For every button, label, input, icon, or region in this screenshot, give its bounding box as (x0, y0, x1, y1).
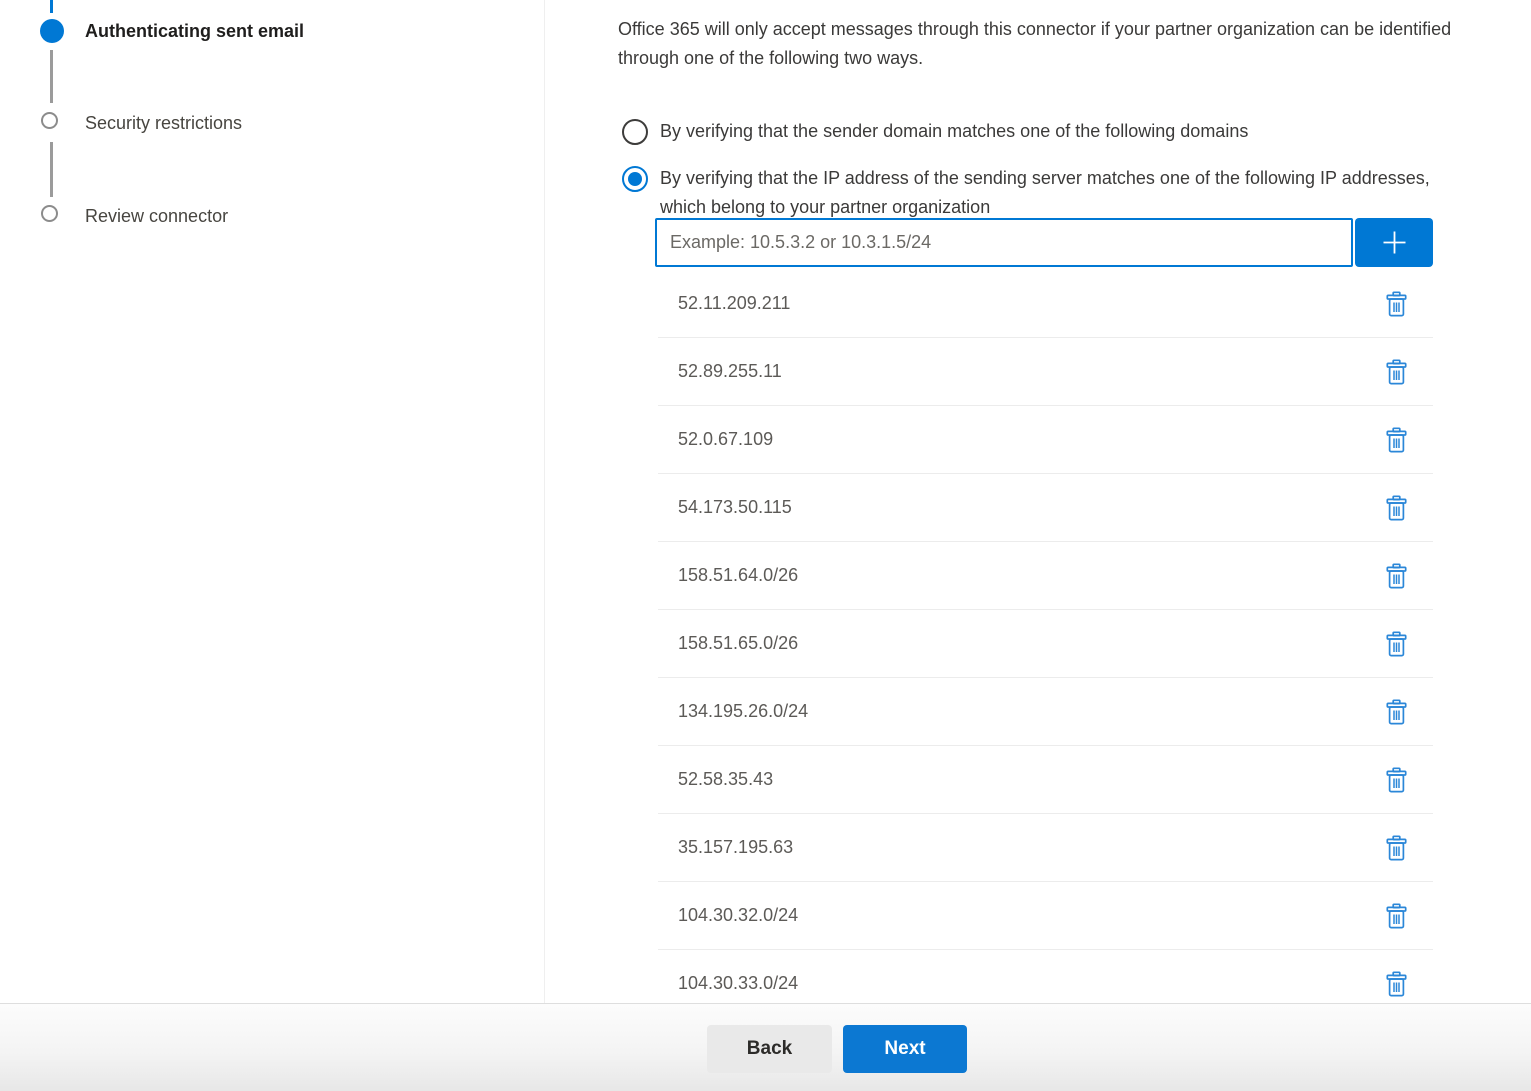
delete-ip-button[interactable] (1384, 969, 1409, 999)
trash-icon (1386, 563, 1407, 589)
delete-ip-button[interactable] (1384, 289, 1409, 319)
delete-ip-button[interactable] (1384, 697, 1409, 727)
delete-ip-button[interactable] (1384, 493, 1409, 523)
ip-list-row: 52.0.67.109 (658, 406, 1433, 474)
trash-icon (1386, 699, 1407, 725)
option-sender-domain[interactable]: By verifying that the sender domain matc… (622, 117, 1248, 146)
next-button[interactable]: Next (843, 1025, 967, 1073)
trash-icon (1386, 971, 1407, 997)
ip-address-value: 52.11.209.211 (678, 293, 790, 314)
option-ip-address-label: By verifying that the IP address of the … (660, 164, 1460, 221)
delete-ip-button[interactable] (1384, 629, 1409, 659)
footer-buttons: Back Next (707, 1025, 967, 1073)
ip-address-value: 134.195.26.0/24 (678, 701, 808, 722)
radio-unselected-icon[interactable] (622, 119, 648, 145)
ip-list-row: 54.173.50.115 (658, 474, 1433, 542)
step-review-connector: Review connector (85, 203, 228, 229)
ip-address-value: 158.51.64.0/26 (678, 565, 798, 586)
wizard-steps-sidebar: Authenticating sent email Security restr… (0, 0, 545, 1003)
step-connector-line (50, 50, 53, 103)
ip-address-value: 52.0.67.109 (678, 429, 773, 450)
radio-selected-icon[interactable] (622, 166, 648, 192)
trash-icon (1386, 903, 1407, 929)
trash-icon (1386, 631, 1407, 657)
intro-text: Office 365 will only accept messages thr… (618, 15, 1513, 73)
add-ip-button[interactable] (1355, 218, 1433, 267)
ip-address-value: 52.58.35.43 (678, 769, 773, 790)
trash-icon (1386, 767, 1407, 793)
ip-address-value: 158.51.65.0/26 (678, 633, 798, 654)
ip-list-row: 52.89.255.11 (658, 338, 1433, 406)
trash-icon (1386, 291, 1407, 317)
trash-icon (1386, 495, 1407, 521)
delete-ip-button[interactable] (1384, 765, 1409, 795)
ip-list-row: 35.157.195.63 (658, 814, 1433, 882)
ip-address-input[interactable] (655, 218, 1353, 267)
ip-list-row: 134.195.26.0/24 (658, 678, 1433, 746)
ip-address-value: 54.173.50.115 (678, 497, 792, 518)
ip-address-value: 35.157.195.63 (678, 837, 793, 858)
ip-list-row: 52.58.35.43 (658, 746, 1433, 814)
step-connector-line-done (50, 0, 53, 13)
ip-input-row (655, 218, 1433, 267)
ip-list: 52.11.209.211 52.89.255.11 (658, 270, 1433, 1018)
ip-list-row: 104.30.32.0/24 (658, 882, 1433, 950)
ip-list-row: 158.51.64.0/26 (658, 542, 1433, 610)
ip-address-value: 52.89.255.11 (678, 361, 782, 382)
trash-icon (1386, 427, 1407, 453)
plus-icon (1381, 229, 1408, 256)
ip-address-value: 104.30.32.0/24 (678, 905, 798, 926)
step-authenticating-sent-email: Authenticating sent email (85, 18, 304, 44)
step-connector-line (50, 142, 53, 197)
trash-icon (1386, 359, 1407, 385)
step-security-restrictions: Security restrictions (85, 110, 242, 136)
delete-ip-button[interactable] (1384, 561, 1409, 591)
wizard-footer: Back Next (0, 1003, 1531, 1091)
ip-list-row: 158.51.65.0/26 (658, 610, 1433, 678)
option-ip-address[interactable]: By verifying that the IP address of the … (622, 164, 1460, 221)
option-sender-domain-label: By verifying that the sender domain matc… (660, 117, 1248, 146)
delete-ip-button[interactable] (1384, 357, 1409, 387)
delete-ip-button[interactable] (1384, 833, 1409, 863)
delete-ip-button[interactable] (1384, 901, 1409, 931)
delete-ip-button[interactable] (1384, 425, 1409, 455)
trash-icon (1386, 835, 1407, 861)
content-panel: Office 365 will only accept messages thr… (546, 0, 1531, 1003)
step-current-indicator (40, 19, 64, 43)
step-upcoming-indicator (41, 205, 58, 222)
ip-address-value: 104.30.33.0/24 (678, 973, 798, 994)
step-upcoming-indicator (41, 112, 58, 129)
back-button[interactable]: Back (707, 1025, 832, 1073)
ip-list-row: 52.11.209.211 (658, 270, 1433, 338)
